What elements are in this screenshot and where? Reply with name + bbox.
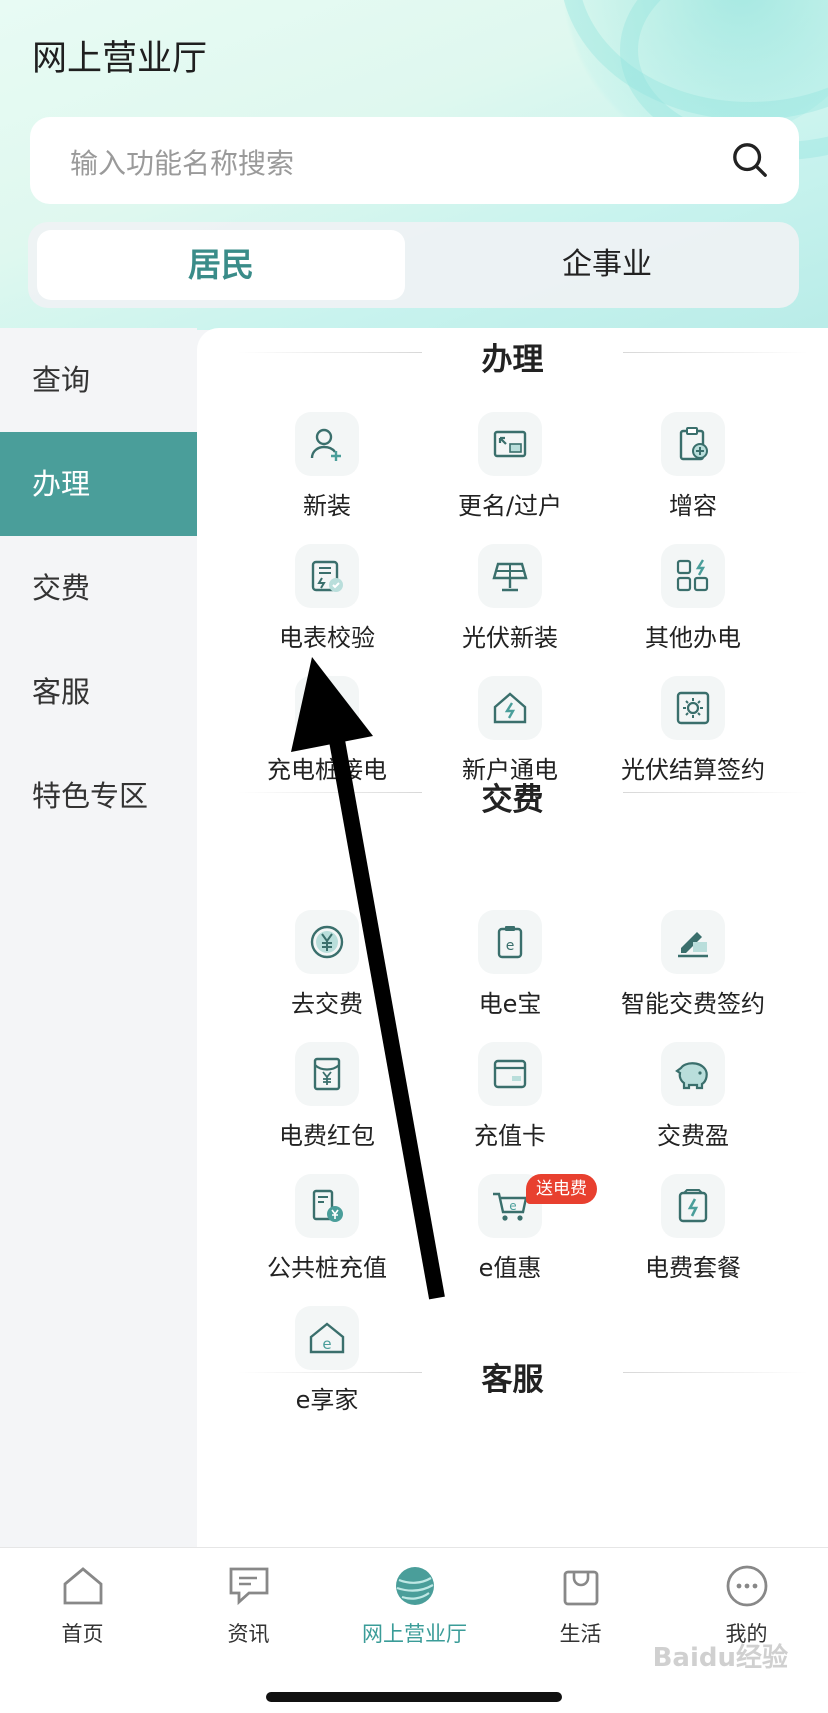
service-smart-pay-sign[interactable]: 智能交费签约	[593, 910, 793, 1030]
profile-face-icon	[726, 1565, 768, 1607]
category-sidebar: 查询 办理 交费 客服 特色专区	[0, 328, 197, 1548]
shopping-bag-icon	[563, 1570, 599, 1606]
sidebar-item-special[interactable]: 特色专区	[0, 744, 197, 848]
sidebar-item-payment[interactable]: 交费	[0, 536, 197, 640]
page-title: 网上营业厅	[32, 39, 208, 79]
charging-pile-icon	[295, 676, 359, 740]
sidebar-item-query[interactable]: 查询	[0, 328, 197, 432]
svg-text:e: e	[509, 1199, 516, 1213]
solar-panel-icon	[478, 544, 542, 608]
service-other[interactable]: 其他办电	[593, 544, 793, 664]
house-bolt-icon	[478, 676, 542, 740]
sidebar-item-handle[interactable]: 办理	[0, 432, 197, 536]
globe-icon	[396, 1567, 434, 1605]
red-packet-icon	[295, 1042, 359, 1106]
tab-news[interactable]: 资讯	[166, 1548, 331, 1668]
sidebar-item-service[interactable]: 客服	[0, 640, 197, 744]
home-indicator	[266, 1692, 562, 1702]
section-title: 办理	[481, 342, 544, 378]
tab-life[interactable]: 生活	[498, 1548, 663, 1668]
user-type-segment: 居民 企事业	[28, 222, 799, 308]
service-content: 办理 新装 更名/过户 增容 电表校验 光伏新装 其他办电 充电桩接电 新户通电…	[197, 328, 828, 1548]
section-header-payment: 交费	[197, 780, 828, 820]
search-placeholder: 输入功能名称搜索	[70, 147, 295, 180]
bottom-tab-bar: 首页 资讯 网上营业厅 生活 我的	[0, 1547, 828, 1713]
tab-resident[interactable]: 居民	[37, 230, 405, 300]
section-header-service: 客服	[197, 1360, 828, 1400]
watermark: Baidu经验	[652, 1643, 788, 1673]
section-title: 客服	[481, 1362, 544, 1398]
search-bar[interactable]: 输入功能名称搜索	[30, 117, 799, 204]
section-title: 交费	[481, 782, 544, 818]
transfer-icon	[478, 412, 542, 476]
sun-panel-icon	[661, 676, 725, 740]
tab-online-hall[interactable]: 网上营业厅	[332, 1548, 497, 1668]
section-header-handle: 办理	[197, 340, 828, 380]
svg-text:e: e	[322, 1335, 331, 1353]
search-icon[interactable]	[731, 141, 769, 179]
pile-yen-icon	[295, 1174, 359, 1238]
yen-coin-icon	[295, 910, 359, 974]
user-add-icon	[295, 412, 359, 476]
card-icon	[478, 1042, 542, 1106]
tab-enterprise[interactable]: 企事业	[423, 230, 791, 300]
battery-bolt-icon	[661, 1174, 725, 1238]
home-icon	[63, 1567, 103, 1605]
tab-home[interactable]: 首页	[0, 1548, 165, 1668]
clipboard-plus-icon	[661, 412, 725, 476]
service-pay-profit[interactable]: 交费盈	[593, 1042, 793, 1162]
e-bao-icon: e	[478, 910, 542, 974]
promo-badge: 送电费	[526, 1174, 597, 1204]
svg-text:e: e	[506, 938, 515, 954]
piggy-bank-icon	[661, 1042, 725, 1106]
service-capacity-increase[interactable]: 增容	[593, 412, 793, 532]
pen-sign-icon	[661, 910, 725, 974]
meter-check-icon	[295, 544, 359, 608]
message-icon	[229, 1567, 269, 1606]
service-power-package[interactable]: 电费套餐	[593, 1174, 793, 1294]
grid-bolt-icon	[661, 544, 725, 608]
